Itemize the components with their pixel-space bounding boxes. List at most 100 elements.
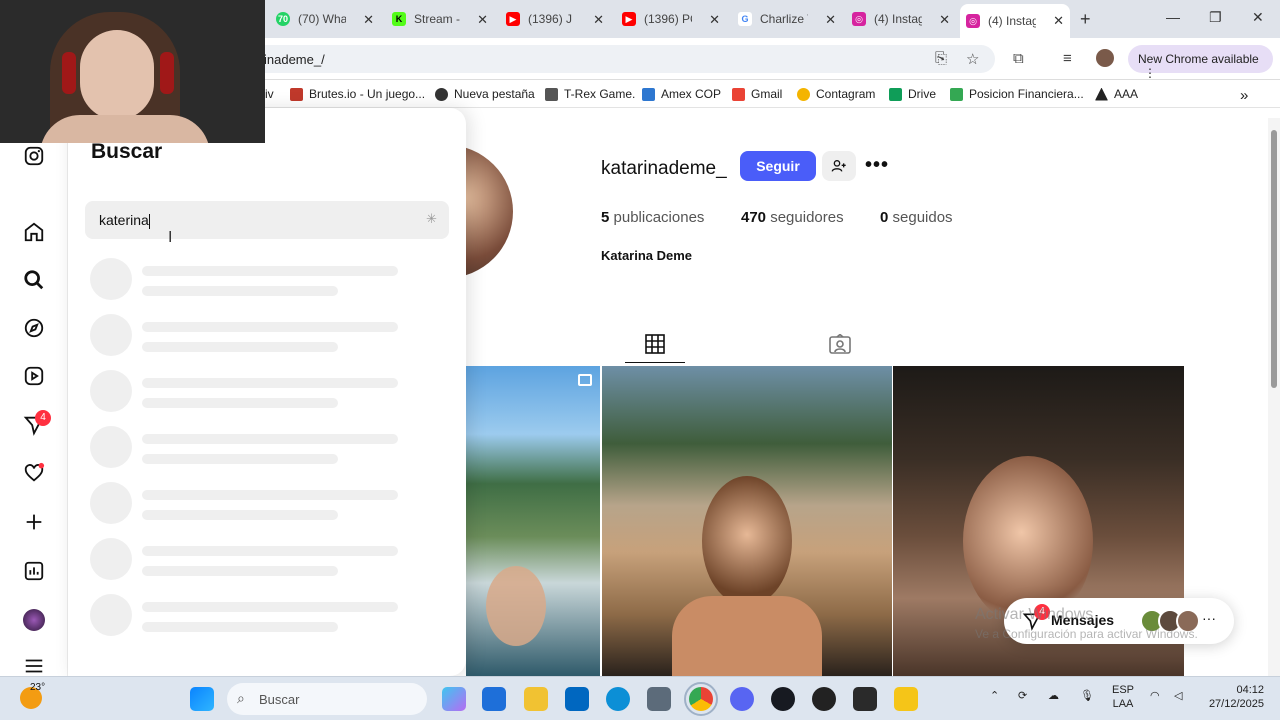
bookmark-star-icon[interactable]: ☆ <box>966 50 979 68</box>
tab-title: (70) What <box>298 12 346 26</box>
profile-avatar[interactable] <box>1096 49 1114 67</box>
scrollbar-thumb[interactable] <box>1271 130 1277 388</box>
url-input[interactable]: inademe_/ <box>250 45 995 73</box>
close-window-button[interactable]: ✕ <box>1252 9 1264 26</box>
store-icon[interactable] <box>565 687 589 711</box>
bookmark-item[interactable]: AAA <box>1095 87 1138 101</box>
taskbar-search[interactable]: ⌕ Buscar <box>227 683 427 715</box>
settings-gear-icon[interactable] <box>647 687 671 711</box>
loading-placeholder-row <box>90 594 470 638</box>
options-ellipsis-icon[interactable]: ••• <box>865 154 889 177</box>
windows-activation-text: Ve a Configuración para activar Windows. <box>975 627 1198 641</box>
edge-icon[interactable] <box>606 687 630 711</box>
clock[interactable]: 04:12 27/12/2025 <box>1198 683 1264 711</box>
profile-avatar-icon[interactable] <box>22 608 46 632</box>
bookmark-item[interactable]: Nueva pestaña <box>435 87 535 101</box>
epic-games-icon[interactable] <box>853 687 877 711</box>
bookmark-label: Posicion Financiera... <box>969 87 1084 101</box>
close-icon[interactable]: ✕ <box>709 12 720 28</box>
extensions-icon[interactable]: ⧉ <box>1013 50 1024 67</box>
microphone-icon[interactable]: 🎙 <box>1080 689 1094 703</box>
posts-count: 5 <box>601 209 610 226</box>
bookmark-label: T-Rex Game. <box>564 87 636 101</box>
bookmark-item[interactable]: iv <box>265 87 274 101</box>
tagged-tab-icon[interactable] <box>829 334 851 354</box>
cloud-icon[interactable]: ☁ <box>1048 689 1059 703</box>
browser-tab[interactable]: ◎ (4) Instag ✕ <box>846 6 956 32</box>
instagram-logo-icon[interactable] <box>22 144 46 168</box>
taskbar-search-label: Buscar <box>259 692 300 707</box>
steam-icon[interactable] <box>771 687 795 711</box>
browser-tab[interactable]: K Stream - ✕ <box>386 6 494 32</box>
post-thumbnail[interactable] <box>602 366 892 676</box>
new-tab-button[interactable]: + <box>1080 9 1091 30</box>
close-icon[interactable]: ✕ <box>825 12 836 28</box>
wifi-icon[interactable]: ◠ <box>1150 689 1160 703</box>
post-thumbnail[interactable] <box>466 366 600 676</box>
text-caret <box>148 213 150 229</box>
chevron-up-icon[interactable]: ⌃ <box>990 689 999 703</box>
close-icon[interactable]: ✕ <box>363 12 374 28</box>
posts-grid-tab-icon[interactable] <box>645 334 665 354</box>
dashboard-chart-icon[interactable] <box>22 559 46 583</box>
bookmark-label: Gmail <box>751 87 783 101</box>
bookmark-item[interactable]: Brutes.io - Un juego... <box>290 87 425 101</box>
browser-tab[interactable]: 70 (70) What ✕ <box>270 6 380 32</box>
explore-compass-icon[interactable] <box>22 316 46 340</box>
browser-tab[interactable]: G Charlize T ✕ <box>732 6 842 32</box>
loading-placeholder-row <box>90 370 470 414</box>
suggested-users-button[interactable] <box>822 151 856 181</box>
follow-button[interactable]: Seguir <box>740 151 816 181</box>
search-panel-title: Buscar <box>91 140 163 163</box>
install-app-icon[interactable]: ⎘ <box>935 50 947 67</box>
more-bookmarks-chevron-icon[interactable]: » <box>1240 87 1248 104</box>
page-scrollbar[interactable] <box>1268 118 1280 676</box>
tab-title: Charlize T <box>760 12 808 26</box>
bookmark-item[interactable]: Posicion Financiera... <box>950 87 1084 101</box>
followers-stat[interactable]: 470 seguidores <box>741 209 844 226</box>
home-icon[interactable] <box>22 220 46 244</box>
sync-icon[interactable]: ⟳ <box>1018 689 1027 703</box>
new-chrome-available-button[interactable]: New Chrome available ⋮ <box>1128 45 1273 80</box>
restore-button[interactable]: ❐ <box>1209 9 1222 26</box>
windows-start-icon[interactable] <box>190 687 214 711</box>
bookmark-item[interactable]: Gmail <box>732 87 782 101</box>
close-icon[interactable]: ✕ <box>477 12 488 28</box>
app-icon[interactable] <box>894 687 918 711</box>
close-icon[interactable]: ✕ <box>1053 13 1064 29</box>
browser-tab[interactable]: ▶ (1396) PC ✕ <box>616 6 726 32</box>
lang-line1: ESP <box>1111 684 1134 696</box>
reels-icon[interactable] <box>22 364 46 388</box>
file-explorer-icon[interactable] <box>524 687 548 711</box>
chrome-icon[interactable] <box>684 682 718 716</box>
outlook-icon[interactable] <box>482 687 506 711</box>
obs-icon[interactable] <box>812 687 836 711</box>
media-controls-icon[interactable]: ≡ <box>1063 50 1072 67</box>
create-plus-icon[interactable] <box>22 510 46 534</box>
copilot-icon[interactable] <box>442 687 466 711</box>
language-indicator[interactable]: ESP LAA <box>1110 683 1136 711</box>
more-menu-icon[interactable] <box>22 654 46 678</box>
notifications-heart-icon[interactable] <box>22 461 46 485</box>
bookmark-label: AAA <box>1114 87 1139 101</box>
posts-stat[interactable]: 5 publicaciones <box>601 209 704 226</box>
browser-tab[interactable]: ▶ (1396) J B ✕ <box>500 6 610 32</box>
gmail-icon <box>732 87 745 101</box>
triangle-icon <box>1095 87 1108 101</box>
weather-temp: 23° <box>30 682 46 693</box>
profile-full-name: Katarina Deme <box>601 248 693 263</box>
discord-icon[interactable] <box>730 687 754 711</box>
following-stat[interactable]: 0 seguidos <box>880 209 953 226</box>
loading-placeholder-row <box>90 314 470 358</box>
volume-icon[interactable]: ◁ <box>1174 689 1182 703</box>
search-icon[interactable] <box>22 268 46 292</box>
bookmark-item[interactable]: Contagram <box>797 87 875 101</box>
close-icon[interactable]: ✕ <box>939 12 950 28</box>
close-icon[interactable]: ✕ <box>593 12 604 28</box>
bookmark-item[interactable]: T-Rex Game. <box>545 87 635 101</box>
minimize-button[interactable]: — <box>1166 9 1180 25</box>
bookmark-item[interactable]: Amex COP <box>642 87 721 101</box>
bookmark-item[interactable]: Drive <box>889 87 936 101</box>
search-input[interactable]: katerina ✳ <box>85 201 449 239</box>
browser-tab-active[interactable]: ◎ (4) Instag ✕ <box>960 4 1070 38</box>
